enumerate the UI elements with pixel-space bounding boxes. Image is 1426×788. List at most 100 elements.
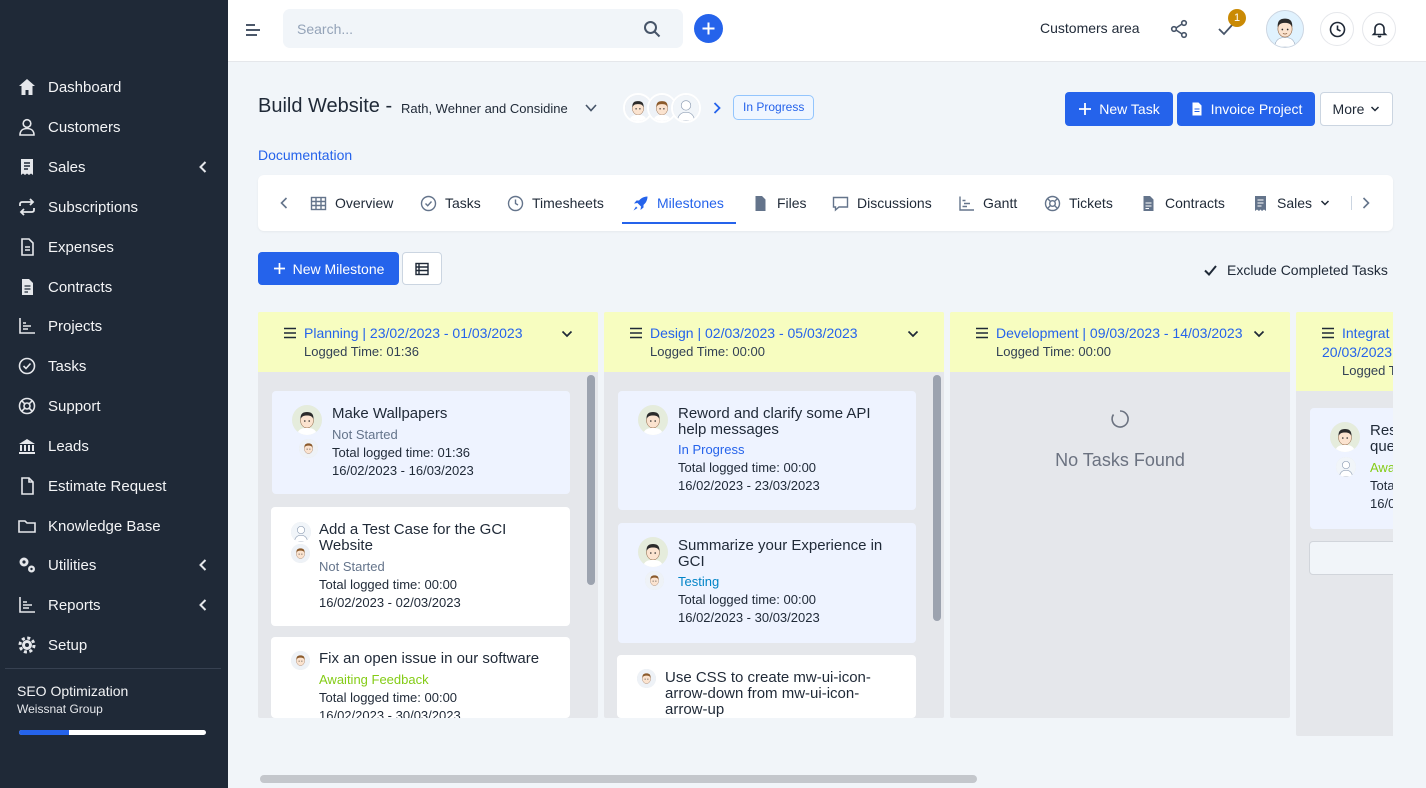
search-input[interactable] bbox=[297, 19, 627, 39]
sidebar-item-tasks[interactable]: Tasks bbox=[0, 346, 228, 386]
task-card-partial[interactable] bbox=[1309, 541, 1393, 575]
sidebar-item-reports[interactable]: Reports bbox=[0, 585, 228, 625]
tabs-scroll-left-icon[interactable] bbox=[279, 196, 289, 210]
tab-discussions[interactable]: Discussions bbox=[832, 175, 932, 231]
drag-handle-icon[interactable] bbox=[283, 327, 297, 339]
tab-files[interactable]: Files bbox=[752, 175, 807, 231]
board-horizontal-scrollbar[interactable] bbox=[260, 775, 977, 783]
sidebar-item-utilities[interactable]: Utilities bbox=[0, 545, 228, 585]
drag-handle-icon[interactable] bbox=[1321, 327, 1335, 339]
gantt-icon bbox=[958, 195, 975, 212]
sidebar-item-support[interactable]: Support bbox=[0, 386, 228, 426]
sidebar-item-customers[interactable]: Customers bbox=[0, 107, 228, 147]
drag-handle-icon[interactable] bbox=[975, 327, 989, 339]
leads-icon bbox=[17, 436, 37, 456]
tab-tasks[interactable]: Tasks bbox=[420, 175, 481, 231]
customers-area-link[interactable]: Customers area bbox=[1040, 20, 1140, 36]
task-card[interactable]: Fix an open issue in our software Awaiti… bbox=[271, 637, 570, 718]
task-logged-time: Total logged time: 00:00 bbox=[319, 577, 458, 592]
milestone-title[interactable]: Design | 02/03/2023 - 05/03/2023 bbox=[650, 325, 858, 341]
task-card[interactable]: Make Wallpapers Not Started Total logged… bbox=[272, 391, 570, 494]
tabs-scroll-right-icon[interactable] bbox=[1361, 196, 1371, 210]
chevron-down-icon[interactable] bbox=[584, 102, 598, 114]
chevron-right-icon[interactable] bbox=[712, 101, 722, 115]
file-icon bbox=[17, 476, 37, 496]
chevron-down-icon[interactable] bbox=[561, 329, 573, 339]
task-name[interactable]: Fix an open issue in our software bbox=[319, 651, 559, 667]
menu-toggle-icon[interactable] bbox=[245, 22, 261, 38]
task-name[interactable]: Add a Test Case for the GCI Website bbox=[319, 522, 544, 554]
quick-add-button[interactable] bbox=[694, 14, 723, 43]
search-box bbox=[283, 9, 683, 48]
creator-avatar bbox=[645, 571, 664, 590]
search-icon[interactable] bbox=[643, 20, 661, 38]
milestone-title[interactable]: Planning | 23/02/2023 - 01/03/2023 bbox=[304, 325, 523, 341]
project-status-badge: In Progress bbox=[733, 95, 815, 120]
column-scrollbar[interactable] bbox=[587, 375, 595, 585]
sidebar: Dashboard Customers Sales Subscriptions … bbox=[0, 0, 228, 788]
project-client[interactable]: Rath, Wehner and Considine bbox=[401, 101, 568, 116]
new-task-button[interactable]: New Task bbox=[1065, 92, 1173, 126]
milestone-dates: 20/03/2023 bbox=[1322, 344, 1393, 360]
task-card[interactable]: Res que Awa Tota 16/0 bbox=[1310, 408, 1393, 529]
milestones-board: Planning | 23/02/2023 - 01/03/2023 Logge… bbox=[258, 312, 1393, 740]
task-name[interactable]: Use CSS to create mw-ui-icon-arrow-down … bbox=[665, 670, 890, 718]
task-name[interactable]: Res bbox=[1370, 423, 1393, 439]
task-name[interactable]: Make Wallpapers bbox=[332, 406, 557, 422]
task-name[interactable]: Reword and clarify some API help message… bbox=[678, 406, 903, 438]
sidebar-item-estimate-request[interactable]: Estimate Request bbox=[0, 466, 228, 506]
member-avatar[interactable] bbox=[671, 93, 701, 123]
sidebar-item-contracts[interactable]: Contracts bbox=[0, 267, 228, 307]
sidebar-item-projects[interactable]: Projects bbox=[0, 306, 228, 346]
user-icon bbox=[17, 117, 37, 137]
assignee-avatar bbox=[637, 669, 656, 688]
milestone-name[interactable]: Integrat bbox=[1342, 325, 1389, 341]
sidebar-item-expenses[interactable]: Expenses bbox=[0, 227, 228, 267]
task-card[interactable]: Use CSS to create mw-ui-icon-arrow-down … bbox=[617, 655, 916, 718]
sidebar-item-leads[interactable]: Leads bbox=[0, 426, 228, 466]
sidebar-item-setup[interactable]: Setup bbox=[0, 625, 228, 665]
task-dates: 16/02/2023 - 30/03/2023 bbox=[678, 610, 820, 625]
more-button[interactable]: More bbox=[1320, 92, 1393, 126]
column-scrollbar[interactable] bbox=[933, 375, 941, 621]
receipt-icon bbox=[17, 157, 37, 177]
task-card[interactable]: Add a Test Case for the GCI Website Not … bbox=[271, 507, 570, 626]
task-card[interactable]: Summarize your Experience in GCI Testing… bbox=[618, 523, 916, 643]
sidebar-project[interactable]: SEO Optimization Weissnat Group bbox=[17, 683, 128, 716]
tab-overview[interactable]: Overview bbox=[310, 175, 393, 231]
task-logged-time: Total logged time: 00:00 bbox=[678, 592, 817, 607]
new-milestone-button[interactable]: New Milestone bbox=[258, 252, 399, 285]
tab-milestones[interactable]: Milestones bbox=[622, 175, 736, 231]
sidebar-item-subscriptions[interactable]: Subscriptions bbox=[0, 187, 228, 227]
sidebar-item-dashboard[interactable]: Dashboard bbox=[0, 67, 228, 107]
list-view-button[interactable] bbox=[402, 252, 442, 285]
creator-avatar bbox=[299, 439, 318, 458]
sidebar-item-label: Contracts bbox=[48, 278, 113, 296]
sidebar-item-sales[interactable]: Sales bbox=[0, 147, 228, 187]
drag-handle-icon[interactable] bbox=[629, 327, 643, 339]
tab-tickets[interactable]: Tickets bbox=[1044, 175, 1113, 231]
assignee-avatar bbox=[291, 522, 311, 542]
tab-contracts[interactable]: Contracts bbox=[1140, 175, 1225, 231]
milestone-column-planning: Planning | 23/02/2023 - 01/03/2023 Logge… bbox=[258, 312, 598, 718]
sidebar-item-knowledge-base[interactable]: Knowledge Base bbox=[0, 506, 228, 546]
invoice-project-button[interactable]: Invoice Project bbox=[1177, 92, 1315, 126]
task-name[interactable]: Summarize your Experience in GCI bbox=[678, 538, 903, 570]
timer-button[interactable] bbox=[1320, 12, 1354, 46]
chevron-down-icon[interactable] bbox=[1253, 329, 1265, 339]
task-card[interactable]: Reword and clarify some API help message… bbox=[618, 391, 916, 510]
milestone-title[interactable]: Development | 09/03/2023 - 14/03/2023 bbox=[996, 325, 1243, 341]
loading-spinner-icon bbox=[1110, 409, 1130, 429]
checkbox-checked-icon[interactable] bbox=[1203, 263, 1218, 278]
documentation-link[interactable]: Documentation bbox=[258, 147, 352, 163]
tab-gantt[interactable]: Gantt bbox=[958, 175, 1017, 231]
chevron-down-icon[interactable] bbox=[907, 329, 919, 339]
share-icon[interactable] bbox=[1169, 19, 1189, 39]
assignee-avatar bbox=[638, 405, 668, 435]
tab-label: Discussions bbox=[857, 195, 932, 211]
exclude-completed-toggle[interactable]: Exclude Completed Tasks bbox=[1203, 262, 1388, 278]
notifications-button[interactable] bbox=[1362, 12, 1396, 46]
tab-sales[interactable]: Sales bbox=[1252, 175, 1330, 231]
tab-timesheets[interactable]: Timesheets bbox=[507, 175, 604, 231]
user-avatar[interactable] bbox=[1266, 10, 1304, 48]
